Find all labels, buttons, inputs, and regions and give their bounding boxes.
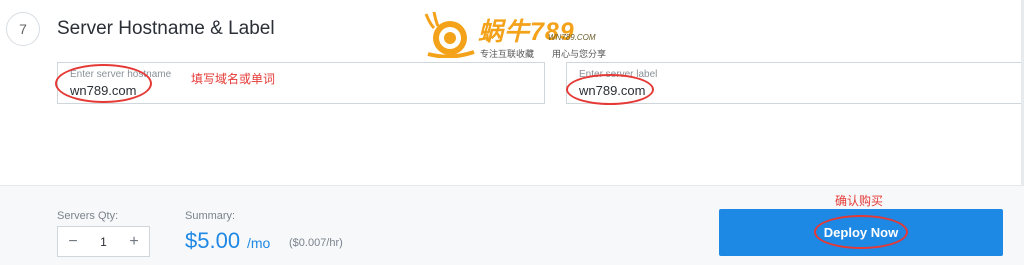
qty-value[interactable]: 1 — [88, 235, 119, 249]
section-title: Server Hostname & Label — [57, 18, 275, 39]
qty-plus-button[interactable]: + — [119, 233, 149, 251]
qty-minus-button[interactable]: − — [58, 233, 88, 251]
monthly-price: $5.00 — [185, 228, 241, 253]
annotation-fill-hint: 填写域名或单词 — [191, 72, 276, 86]
annotation-circle-hostname — [55, 64, 152, 103]
step-number: 7 — [19, 21, 27, 37]
annotation-confirm-hint: 确认购买 — [835, 194, 884, 208]
watermark-tagline-right: 用心与您分享 — [552, 49, 607, 59]
servers-qty-label: Servers Qty: — [57, 210, 119, 222]
server-config-page: 7 Server Hostname & Label 蜗牛789 WN789.CO… — [0, 0, 1024, 265]
quantity-stepper[interactable]: − 1 + — [57, 226, 150, 257]
snail-icon — [424, 11, 475, 58]
annotation-circle-deploy — [814, 215, 908, 249]
hourly-price: ($0.007/hr) — [289, 237, 343, 249]
annotation-circle-label — [566, 74, 654, 105]
step-number-badge: 7 — [6, 12, 40, 46]
price-unit: /mo — [247, 235, 271, 251]
watermark-main: 蜗牛789 — [478, 18, 575, 46]
watermark-domain: WN789.COM — [548, 33, 596, 42]
summary-label: Summary: — [185, 210, 236, 222]
watermark-logo: 蜗牛789 WN789.COM 专注互联收藏 用心与您分享 — [420, 10, 615, 60]
watermark-tagline-left: 专注互联收藏 — [480, 49, 535, 59]
